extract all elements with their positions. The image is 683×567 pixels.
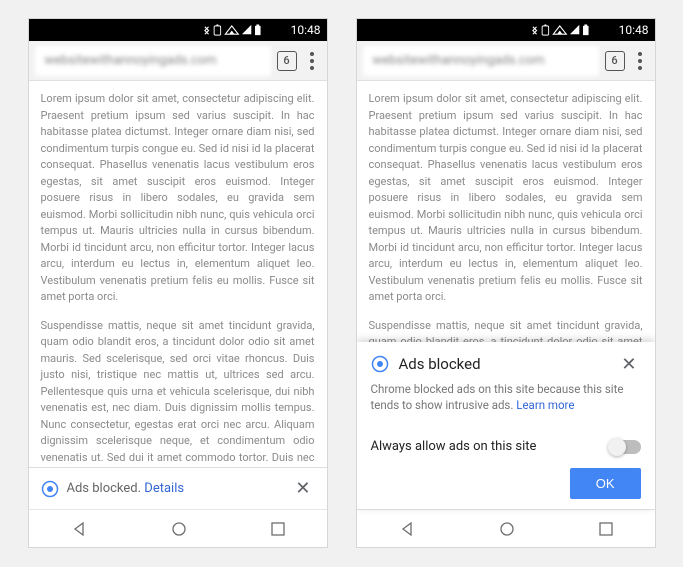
sheet-description: Chrome blocked ads on this site because … [371, 381, 641, 413]
back-icon[interactable] [71, 521, 87, 537]
close-icon[interactable]: ✕ [617, 354, 640, 375]
browser-toolbar: websitewithannoyingads.com 6 [357, 41, 655, 81]
home-icon[interactable] [499, 521, 515, 537]
tab-switcher[interactable]: 6 [605, 51, 625, 71]
body-paragraph: Lorem ipsum dolor sit amet, consectetur … [41, 91, 315, 306]
status-icons [203, 24, 287, 37]
status-time: 10:48 [619, 23, 649, 37]
body-paragraph: Lorem ipsum dolor sit amet, consectetur … [369, 91, 643, 306]
back-icon[interactable] [399, 521, 415, 537]
chrome-icon [371, 355, 389, 373]
status-icons [531, 24, 615, 37]
allow-ads-toggle[interactable] [611, 440, 641, 454]
ads-blocked-infobar: Ads blocked. Details ✕ [29, 467, 327, 509]
tab-switcher[interactable]: 6 [277, 51, 297, 71]
url-bar[interactable]: websitewithannoyingads.com [363, 46, 599, 76]
body-paragraph: Suspendisse mattis, neque sit amet tinci… [41, 318, 315, 468]
home-icon[interactable] [171, 521, 187, 537]
recents-icon[interactable] [599, 522, 613, 536]
browser-toolbar: websitewithannoyingads.com 6 [29, 41, 327, 81]
phone-right: 10:48 websitewithannoyingads.com 6 Lorem… [356, 18, 656, 548]
learn-more-link[interactable]: Learn more [516, 398, 574, 412]
url-bar[interactable]: websitewithannoyingads.com [35, 46, 271, 76]
ok-button[interactable]: OK [570, 468, 641, 499]
android-navbar [29, 509, 327, 547]
android-navbar [357, 509, 655, 547]
overflow-menu-icon[interactable] [303, 52, 321, 70]
status-bar: 10:48 [357, 19, 655, 41]
page-content: Lorem ipsum dolor sit amet, consectetur … [29, 81, 327, 467]
chrome-icon [41, 480, 59, 498]
toggle-label: Always allow ads on this site [371, 439, 611, 454]
phone-left: 10:48 websitewithannoyingads.com 6 Lorem… [28, 18, 328, 548]
ads-blocked-sheet: Ads blocked ✕ Chrome blocked ads on this… [357, 342, 655, 509]
status-bar: 10:48 [29, 19, 327, 41]
infobar-message: Ads blocked. Details [67, 481, 284, 496]
status-time: 10:48 [291, 23, 321, 37]
recents-icon[interactable] [271, 522, 285, 536]
details-link[interactable]: Details [144, 481, 184, 496]
sheet-title: Ads blocked [399, 355, 608, 373]
close-icon[interactable]: ✕ [291, 478, 314, 499]
allow-ads-row: Always allow ads on this site [371, 429, 641, 468]
overflow-menu-icon[interactable] [631, 52, 649, 70]
